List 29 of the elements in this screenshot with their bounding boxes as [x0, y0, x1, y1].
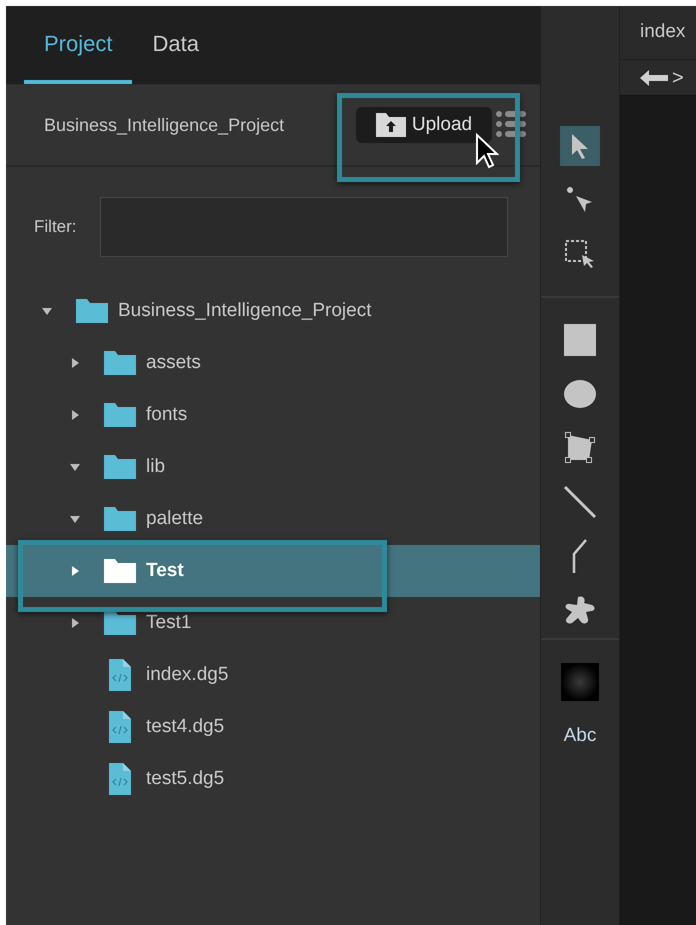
- tree-item-label: index.dg5: [146, 662, 228, 687]
- tree-item-label: assets: [146, 350, 201, 375]
- tree-item-label: Test: [146, 558, 184, 583]
- tree-row[interactable]: assets: [6, 337, 540, 389]
- tree-row[interactable]: fonts: [6, 389, 540, 441]
- editor-tab[interactable]: index: [640, 18, 686, 47]
- tree-item-label: palette: [146, 506, 204, 531]
- tree-row[interactable]: Test1: [6, 597, 540, 649]
- tree-row[interactable]: Test: [6, 545, 540, 597]
- panel-tab[interactable]: Data: [132, 6, 219, 84]
- tree-row[interactable]: index.dg5: [6, 649, 540, 701]
- project-name: Business_Intelligence_Project: [44, 114, 286, 137]
- tree-row[interactable]: lib: [6, 441, 540, 493]
- tree-row[interactable]: Business_Intelligence_Project: [6, 285, 540, 337]
- tree-item-label: test5.dg5: [146, 766, 224, 791]
- text-tool-label: Abc: [564, 724, 596, 748]
- tree-row[interactable]: test4.dg5: [6, 701, 540, 753]
- tree-row[interactable]: test5.dg5: [6, 753, 540, 805]
- filter-label: Filter:: [34, 216, 78, 238]
- upload-button[interactable]: Upload: [356, 107, 492, 143]
- tree-item-label: lib: [146, 454, 166, 479]
- tree-row[interactable]: palette: [6, 493, 540, 545]
- tree-item-label: Test1: [146, 610, 192, 635]
- tree-item-label: fonts: [146, 402, 188, 427]
- tree-item-label: Business_Intelligence_Project: [118, 298, 372, 323]
- tool-button[interactable]: Abc: [560, 716, 600, 756]
- tree-item-label: test4.dg5: [146, 714, 224, 739]
- panel-tab[interactable]: Project: [24, 6, 132, 84]
- breadcrumb-separator: >: [672, 66, 684, 90]
